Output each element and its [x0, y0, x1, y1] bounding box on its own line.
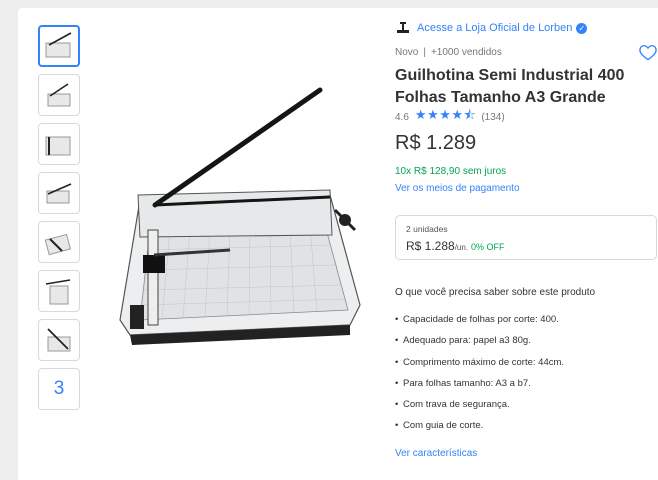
product-subtitle: Novo | +1000 vendidos — [395, 47, 502, 58]
payment-methods-link[interactable]: Ver os meios de pagamento — [395, 183, 520, 194]
rating-stars-icon: ★★★★⯪ — [414, 107, 477, 122]
thumbnail-2[interactable] — [38, 74, 80, 116]
bullet-icon: • — [395, 356, 399, 368]
thumbnail-more[interactable]: 3 — [38, 368, 80, 410]
favorite-heart-icon[interactable] — [638, 42, 658, 62]
bulk-discount-box[interactable]: 2 unidades R$ 1.288/un. 0% OFF — [395, 215, 657, 260]
view-characteristics-link[interactable]: Ver características — [395, 448, 477, 459]
bullet-icon: • — [395, 399, 399, 411]
sold-count: +1000 vendidos — [430, 47, 502, 58]
condition-label: Novo — [395, 47, 419, 58]
thumbnail-1[interactable] — [38, 25, 80, 67]
features-title: O que você precisa saber sobre este prod… — [395, 287, 596, 298]
promo-units: 2 unidades — [406, 224, 448, 234]
features-list: • Capacidade de folhas por corte: 400. • A… — [395, 314, 564, 442]
thumbnail-6[interactable] — [38, 270, 80, 312]
rating-summary[interactable]: 4.6 ★★★★⯪ (134) — [395, 106, 505, 128]
feature-item: • Com guia de corte. — [395, 420, 484, 432]
official-store-label: Acesse a Loja Oficial de Lorben — [417, 22, 573, 34]
review-count: (134) — [481, 111, 505, 123]
bullet-icon: • — [395, 335, 399, 347]
feature-item: • Capacidade de folhas por corte: 400. — [395, 314, 559, 325]
installments-info: 10x R$ 128,90 sem juros — [395, 166, 507, 177]
promo-unit-label: /un. — [454, 243, 469, 252]
promo-price: R$ 1.288 — [406, 239, 455, 253]
feature-item: • Adequado para: papel a3 80g. — [395, 335, 531, 347]
feature-item: • Para folhas tamanho: A3 a b7. — [395, 377, 531, 389]
product-price: R$ 1.289 — [395, 132, 477, 154]
subtitle-separator: | — [423, 47, 426, 58]
thumbnail-5[interactable] — [38, 221, 80, 263]
bullet-icon: • — [395, 377, 399, 389]
more-count: 3 — [53, 378, 65, 399]
feature-item: • Com trava de segurança. — [395, 399, 510, 411]
verified-check-icon: ✓ — [576, 22, 588, 34]
lorben-logo-icon — [397, 22, 409, 33]
thumbnail-3[interactable] — [38, 123, 80, 165]
main-product-image[interactable] — [110, 85, 390, 365]
bullet-icon: • — [395, 420, 399, 432]
product-title: Guilhotina Semi Industrial 400 Folhas Ta… — [395, 67, 625, 106]
rating-value: 4.6 — [395, 111, 409, 123]
thumbnail-gallery: 3 — [38, 25, 80, 417]
feature-item: • Comprimento máximo de corte: 44cm. — [395, 356, 565, 368]
thumbnail-4[interactable] — [38, 172, 80, 214]
promo-price-line: R$ 1.288/un. 0% OFF — [406, 239, 646, 253]
thumbnail-7[interactable] — [38, 319, 80, 361]
bullet-icon: • — [395, 314, 399, 325]
guillotine-illustration — [119, 87, 361, 345]
official-store-link[interactable]: Acesse a Loja Oficial de Lorben ✓ — [395, 20, 588, 36]
promo-discount: 0% OFF — [471, 242, 505, 252]
